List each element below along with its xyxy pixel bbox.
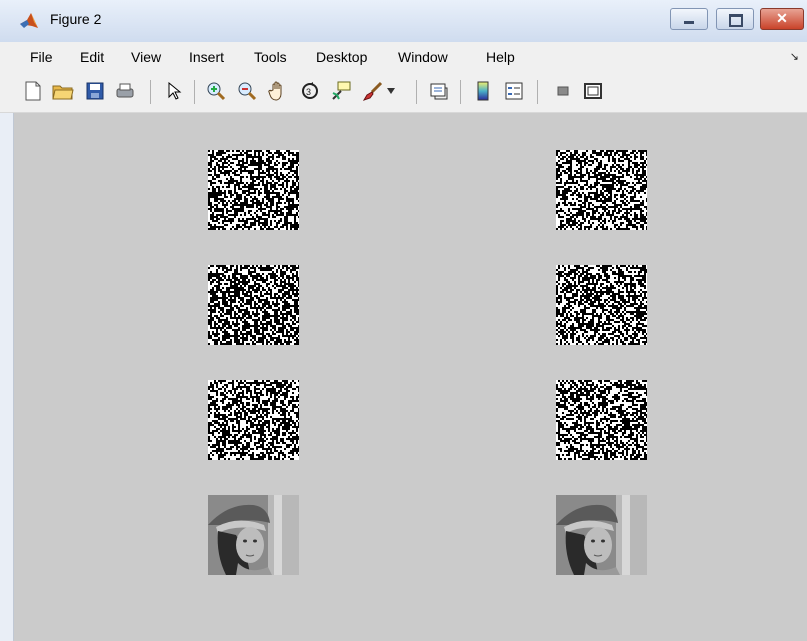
link-plot-icon[interactable]: [428, 80, 450, 102]
data-cursor-icon[interactable]: [330, 80, 352, 102]
figure-canvas[interactable]: [14, 113, 807, 641]
toolbar-separator: [537, 80, 538, 104]
noise-image-r2c2[interactable]: [556, 265, 647, 345]
noise-image-r1c2[interactable]: [556, 150, 647, 230]
close-icon: ✕: [776, 10, 788, 26]
save-figure-icon[interactable]: [84, 80, 106, 102]
title-bar[interactable]: Figure 2 ✕: [0, 0, 807, 43]
show-plot-tools-icon[interactable]: [582, 80, 604, 102]
menu-insert[interactable]: Insert: [189, 49, 224, 65]
noise-image: [556, 150, 647, 230]
insert-legend-icon[interactable]: [503, 80, 525, 102]
noise-image: [556, 380, 647, 460]
window-left-border: [0, 113, 14, 641]
pan-icon[interactable]: [267, 80, 289, 102]
zoom-out-icon[interactable]: [236, 80, 258, 102]
portrait-photo: [208, 495, 299, 575]
menu-bar: File Edit View Insert Tools Desktop Wind…: [0, 42, 807, 72]
close-button[interactable]: ✕: [760, 8, 804, 30]
minimize-button[interactable]: [670, 8, 708, 30]
photo-image-r4c2[interactable]: [556, 495, 647, 575]
menu-help[interactable]: Help: [486, 49, 515, 65]
maximize-button[interactable]: [716, 8, 754, 30]
menu-tools[interactable]: Tools: [254, 49, 287, 65]
menu-window[interactable]: Window: [398, 49, 448, 65]
toolbar-separator: [460, 80, 461, 104]
toolbar-separator: [194, 80, 195, 104]
photo-image-r4c1[interactable]: [208, 495, 299, 575]
maximize-icon: [729, 14, 743, 27]
toolbar-separator: [150, 80, 151, 104]
matlab-icon: [20, 13, 38, 28]
portrait-photo: [556, 495, 647, 575]
zoom-in-icon[interactable]: [205, 80, 227, 102]
print-figure-icon[interactable]: [114, 80, 136, 102]
brush-icon[interactable]: [362, 80, 384, 102]
edit-plot-icon[interactable]: [163, 80, 185, 102]
menu-file[interactable]: File: [30, 49, 53, 65]
new-figure-icon[interactable]: [22, 80, 44, 102]
brush-dropdown-icon[interactable]: [385, 80, 397, 102]
noise-image: [208, 380, 299, 460]
noise-image-r2c1[interactable]: [208, 265, 299, 345]
open-file-icon[interactable]: [52, 80, 74, 102]
noise-image: [208, 265, 299, 345]
menu-edit[interactable]: Edit: [80, 49, 104, 65]
noise-image: [556, 265, 647, 345]
menu-view[interactable]: View: [131, 49, 161, 65]
noise-image: [208, 150, 299, 230]
minimize-icon: [684, 21, 694, 24]
dock-arrow-icon[interactable]: ↘: [790, 50, 799, 63]
insert-colorbar-icon[interactable]: [472, 80, 494, 102]
svg-text:3: 3: [306, 87, 311, 97]
hide-plot-tools-icon[interactable]: [552, 80, 574, 102]
window-title: Figure 2: [50, 11, 102, 27]
figure-toolbar: 3: [0, 72, 807, 113]
rotate-3d-icon[interactable]: 3: [299, 80, 321, 102]
figure-window: Figure 2 ✕ File Edit View Insert Tools D…: [0, 0, 807, 641]
noise-image-r3c2[interactable]: [556, 380, 647, 460]
noise-image-r1c1[interactable]: [208, 150, 299, 230]
menu-desktop[interactable]: Desktop: [316, 49, 367, 65]
noise-image-r3c1[interactable]: [208, 380, 299, 460]
toolbar-separator: [416, 80, 417, 104]
